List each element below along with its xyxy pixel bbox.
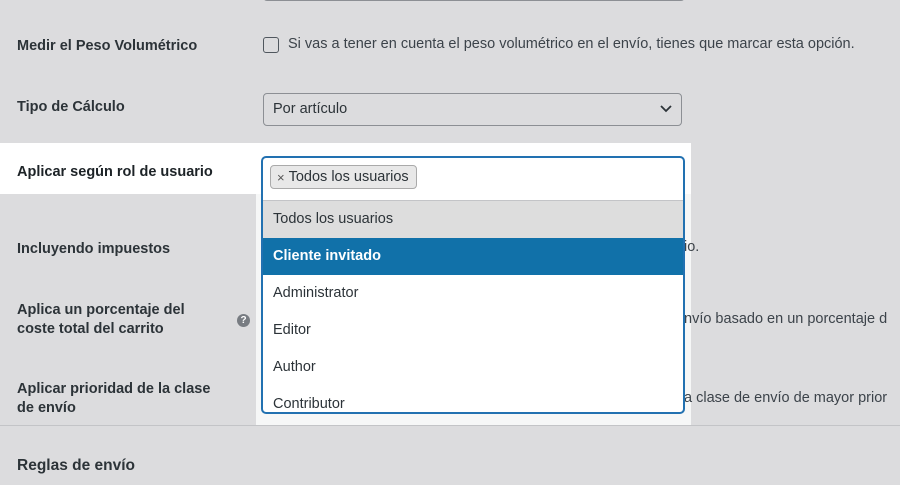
- option-author[interactable]: Author: [263, 349, 683, 386]
- rol-usuario-multiselect[interactable]: × Todos los usuarios Todos los usuarios …: [262, 157, 684, 413]
- peso-volumetrico-description: Si vas a tener en cuenta el peso volumét…: [288, 36, 855, 52]
- tipo-calculo-value: Por artículo: [273, 101, 348, 117]
- prioridad-description: a clase de envío de mayor prior: [684, 390, 888, 406]
- porcentaje-label-line2: coste total del carrito: [17, 321, 164, 337]
- help-icon[interactable]: ?: [237, 314, 250, 327]
- chevron-down-icon: [660, 105, 672, 113]
- previous-field-bottom-edge: [263, 0, 685, 1]
- section-divider: [0, 425, 900, 426]
- option-administrator[interactable]: Administrator: [263, 275, 683, 312]
- prioridad-label-line1: Aplicar prioridad de la clase: [17, 381, 211, 397]
- rol-usuario-label: Aplicar según rol de usuario: [17, 164, 213, 180]
- selected-chip-label: Todos los usuarios: [288, 169, 409, 185]
- selected-chip: × Todos los usuarios: [270, 165, 417, 189]
- prioridad-label-line2: de envío: [17, 400, 76, 416]
- peso-volumetrico-label: Medir el Peso Volumétrico: [17, 38, 198, 54]
- porcentaje-description: nvío basado en un porcentaje d: [684, 311, 888, 327]
- option-cliente-invitado[interactable]: Cliente invitado: [263, 238, 683, 275]
- tipo-calculo-label: Tipo de Cálculo: [17, 99, 125, 115]
- peso-volumetrico-checkbox[interactable]: [263, 37, 279, 53]
- porcentaje-label-line1: Aplica un porcentaje del: [17, 302, 185, 318]
- option-editor[interactable]: Editor: [263, 312, 683, 349]
- section-title: Reglas de envío: [17, 457, 136, 474]
- row-right-area: [691, 143, 900, 194]
- incluyendo-impuestos-label: Incluyendo impuestos: [17, 241, 171, 257]
- tipo-calculo-select[interactable]: Por artículo: [263, 93, 682, 126]
- dropdown-options: Todos los usuarios Cliente invitado Admi…: [263, 200, 683, 412]
- option-todos-usuarios[interactable]: Todos los usuarios: [263, 201, 683, 238]
- option-contributor[interactable]: Contributor: [263, 386, 683, 412]
- remove-chip-icon[interactable]: ×: [277, 170, 285, 185]
- incluyendo-impuestos-description: io.: [684, 239, 700, 255]
